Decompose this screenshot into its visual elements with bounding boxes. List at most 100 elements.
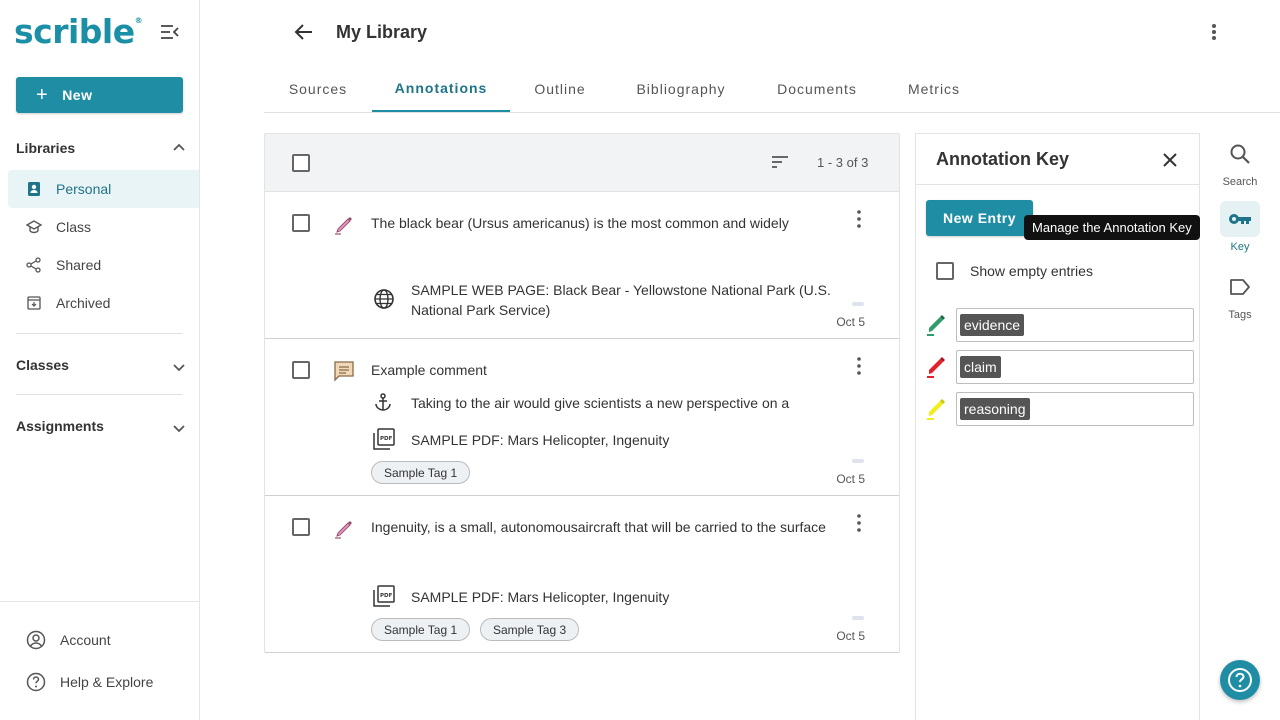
row-checkbox[interactable] (292, 361, 310, 379)
new-button[interactable]: + New (16, 77, 183, 113)
svg-text:PDF: PDF (380, 436, 393, 442)
rail-search-label: Search (1222, 176, 1258, 188)
show-empty-checkbox[interactable] (936, 262, 954, 280)
comment-icon (334, 361, 354, 382)
highlighter-icon (335, 217, 352, 235)
tab-sources[interactable]: Sources (264, 66, 372, 112)
annotation-date: Oct 5 (836, 315, 865, 329)
sidebar-item-label: Shared (56, 257, 102, 273)
yellow-highlighter-icon (927, 399, 945, 420)
more-vert-icon[interactable] (851, 356, 867, 376)
assignments-section-toggle[interactable]: Assignments (16, 417, 186, 435)
show-empty-label: Show empty entries (970, 263, 1093, 279)
tab-metrics[interactable]: Metrics (882, 66, 986, 112)
search-icon (1220, 136, 1260, 172)
rail-tags[interactable]: Tags (1218, 269, 1262, 321)
key-entry-label: claim (960, 356, 1001, 378)
result-count: 1 - 3 of 3 (817, 155, 869, 170)
anchor-icon (375, 393, 391, 411)
key-entry-reasoning: reasoning (926, 392, 1194, 426)
key-entry-label: evidence (960, 314, 1025, 336)
highlighter-icon (335, 521, 352, 539)
tag-chip[interactable]: Sample Tag 1 (371, 618, 471, 641)
key-entry-field[interactable]: evidence (956, 308, 1194, 342)
key-entry-label: reasoning (960, 398, 1030, 420)
sidebar-item-archived[interactable]: Archived (8, 284, 199, 322)
help-fab-button[interactable] (1220, 660, 1260, 700)
sidebar-item-label: Personal (56, 181, 112, 197)
key-entry-field[interactable]: reasoning (956, 392, 1194, 426)
anchor-text: Taking to the air would give scientists … (411, 395, 790, 411)
help-circle-icon (1228, 668, 1252, 692)
tag-chip[interactable]: Sample Tag 3 (480, 618, 580, 641)
tab-outline[interactable]: Outline (510, 66, 610, 112)
account-label: Account (60, 632, 111, 648)
classes-section-toggle[interactable]: Classes (16, 356, 186, 374)
new-button-label: New (62, 87, 93, 103)
help-label: Help & Explore (60, 674, 154, 690)
sidebar-item-label: Class (56, 219, 92, 235)
key-tooltip: Manage the Annotation Key (1024, 215, 1200, 240)
annotation-date: Oct 5 (836, 629, 865, 643)
list-item[interactable]: Ingenuity, is a small, autonomousaircraf… (265, 496, 899, 653)
globe-icon (374, 289, 394, 309)
help-explore-link[interactable]: Help & Explore (26, 672, 153, 692)
green-highlighter-icon (927, 315, 945, 336)
tab-bar: Sources Annotations Outline Bibliography… (264, 66, 1280, 113)
row-checkbox[interactable] (292, 518, 310, 536)
classes-label: Classes (16, 357, 69, 373)
chevron-down-icon (173, 425, 185, 433)
app-root: scrible® + New Libraries Personal Class (0, 0, 1280, 720)
sidebar: scrible® + New Libraries Personal Class (0, 0, 200, 720)
rail-key-label: Key (1230, 241, 1250, 253)
tag-chip[interactable]: Sample Tag 1 (371, 461, 471, 484)
select-all-checkbox[interactable] (292, 154, 310, 172)
svg-text:PDF: PDF (380, 593, 393, 599)
sidebar-divider (16, 333, 183, 334)
source-title[interactable]: SAMPLE WEB PAGE: Black Bear - Yellowston… (411, 280, 851, 320)
sidebar-item-shared[interactable]: Shared (8, 246, 199, 284)
key-entry-evidence: evidence (926, 308, 1194, 342)
scrible-logo[interactable]: scrible® (14, 12, 143, 51)
libraries-section-toggle[interactable]: Libraries (16, 140, 186, 156)
close-icon[interactable] (1162, 152, 1178, 168)
annotation-text: Ingenuity, is a small, autonomousaircraf… (371, 519, 826, 535)
source-title[interactable]: SAMPLE PDF: Mars Helicopter, Ingenuity (411, 430, 851, 450)
rail-search[interactable]: Search (1218, 136, 1262, 188)
tag-icon (1220, 269, 1260, 305)
sidebar-item-class[interactable]: Class (8, 208, 199, 246)
status-indicator (852, 616, 864, 620)
plus-icon: + (36, 84, 49, 106)
sidebar-item-personal[interactable]: Personal (8, 170, 199, 208)
new-entry-button[interactable]: New Entry (926, 200, 1033, 236)
rail-tags-label: Tags (1228, 309, 1252, 321)
list-item[interactable]: The black bear (Ursus americanus) is the… (265, 192, 899, 339)
more-vert-icon[interactable] (851, 513, 867, 533)
share-icon (26, 257, 42, 273)
collapse-sidebar-icon[interactable] (160, 22, 180, 42)
chevron-down-icon (173, 364, 185, 372)
show-empty-entries-toggle[interactable]: Show empty entries (936, 262, 1093, 280)
tab-documents[interactable]: Documents (752, 66, 882, 112)
source-title[interactable]: SAMPLE PDF: Mars Helicopter, Ingenuity (411, 587, 851, 607)
annotation-text: The black bear (Ursus americanus) is the… (371, 215, 789, 231)
pdf-icon: PDF (373, 428, 395, 450)
row-checkbox[interactable] (292, 214, 310, 232)
back-arrow-icon[interactable] (292, 20, 316, 44)
school-icon (26, 219, 42, 235)
pdf-icon: PDF (373, 585, 395, 607)
annotation-date: Oct 5 (836, 472, 865, 486)
tab-bibliography[interactable]: Bibliography (610, 66, 752, 112)
account-circle-icon (26, 630, 46, 650)
sort-icon[interactable] (771, 154, 789, 170)
panel-title: Annotation Key (936, 149, 1069, 169)
list-item[interactable]: Example comment Taking to the air would … (265, 339, 899, 496)
account-link[interactable]: Account (26, 630, 111, 650)
key-entry-field[interactable]: claim (956, 350, 1194, 384)
tab-annotations[interactable]: Annotations (372, 66, 510, 112)
list-header: 1 - 3 of 3 (265, 134, 899, 192)
more-vert-icon[interactable] (851, 209, 867, 229)
rail-key[interactable]: Key (1218, 201, 1262, 253)
chevron-up-icon (173, 143, 185, 151)
more-vert-icon[interactable] (1204, 20, 1224, 44)
